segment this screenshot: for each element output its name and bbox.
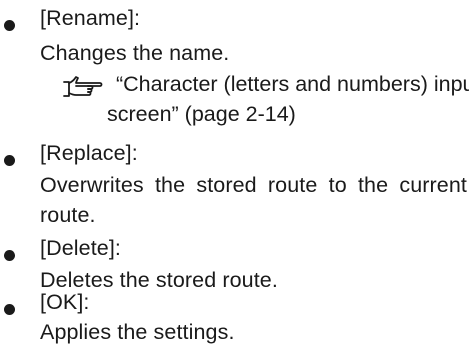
item-description-line2: route. [40,203,96,227]
item-label: [OK]: [40,290,90,314]
item-description: Applies the settings. [40,320,235,344]
manual-page: [Rename]: Changes the name. “Character (… [0,0,469,348]
bullet-icon [4,155,15,166]
item-description-line1: Overwrites the stored route to the curre… [40,173,467,197]
item-label: [Rename]: [40,6,141,30]
reference-text-line1: “Character (letters and numbers) input [116,72,469,96]
bullet-icon [4,250,15,261]
bullet-icon [4,304,15,315]
reference-text-line2: screen” (page 2-14) [107,102,296,126]
item-label: [Delete]: [40,236,121,260]
item-description: Changes the name. [40,41,230,65]
bullet-icon [4,20,15,31]
pointing-hand-reference-icon [63,76,103,97]
item-label: [Replace]: [40,141,138,165]
